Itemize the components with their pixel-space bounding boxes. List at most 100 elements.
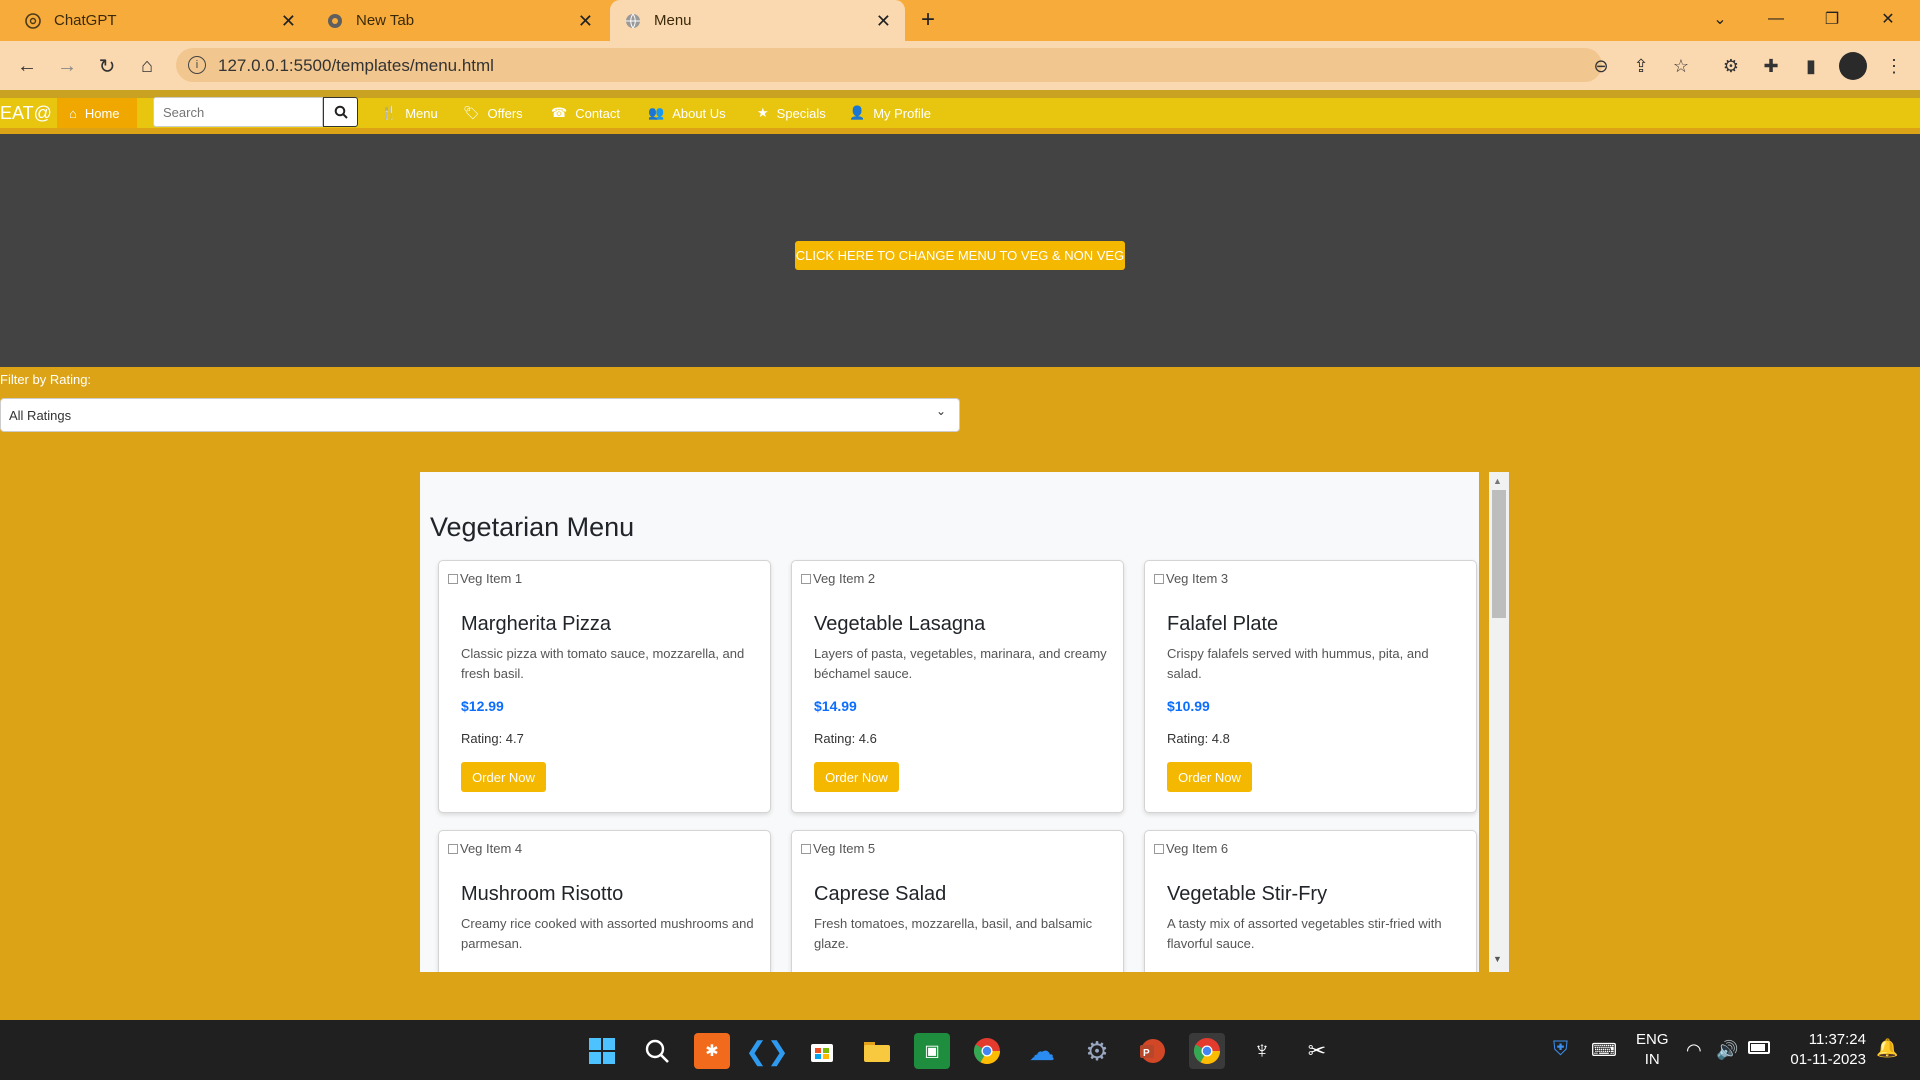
broken-image-icon	[1154, 843, 1164, 854]
nav-profile[interactable]: 👤 My Profile	[849, 98, 931, 128]
utensils-icon: 🍴	[381, 105, 398, 120]
chrome-profile-icon[interactable]	[1189, 1033, 1225, 1069]
item-price: $14.99	[814, 698, 857, 714]
profile-avatar[interactable]	[1839, 52, 1867, 80]
windows-start-icon[interactable]	[584, 1033, 620, 1069]
site-brand[interactable]: EAT@	[0, 98, 52, 128]
new-tab-icon[interactable]: +	[921, 6, 935, 34]
nav-menu[interactable]: 🍴 Menu	[381, 98, 438, 128]
site-info-icon[interactable]: i	[188, 56, 206, 74]
url-text[interactable]: 127.0.0.1:5500/templates/menu.html	[218, 56, 494, 76]
battery-icon[interactable]	[1748, 1041, 1770, 1054]
item-name: Caprese Salad	[814, 883, 947, 905]
onedrive-icon[interactable]: ☁	[1024, 1033, 1060, 1069]
change-menu-button[interactable]: CLICK HERE TO CHANGE MENU TO VEG & NON V…	[795, 241, 1125, 270]
close-tab-icon[interactable]: ✕	[876, 11, 891, 32]
search-button[interactable]	[323, 97, 358, 127]
item-image-alt: Veg Item 3	[1166, 571, 1229, 586]
globe-icon	[624, 12, 642, 30]
classroom-icon[interactable]: ▣	[914, 1033, 950, 1069]
item-name: Vegetable Lasagna	[814, 613, 986, 635]
item-name: Vegetable Stir-Fry	[1167, 883, 1328, 905]
notification-bell-icon[interactable]: 🔔	[1876, 1038, 1898, 1059]
file-explorer-icon[interactable]	[859, 1033, 895, 1069]
share-icon[interactable]: ⇪	[1627, 52, 1655, 80]
tab-search-icon[interactable]: ⌄	[1692, 0, 1748, 38]
clock[interactable]: 11:37:24 01-11-2023	[1784, 1030, 1866, 1070]
home-icon[interactable]: ⌂	[133, 52, 161, 80]
item-image: Veg Item 3	[1154, 571, 1228, 586]
powerpoint-icon[interactable]: P	[1134, 1033, 1170, 1069]
snipping-tool-icon[interactable]: ✂	[1299, 1033, 1335, 1069]
github-desktop-icon[interactable]: ♆	[1244, 1033, 1280, 1069]
item-description: Layers of pasta, vegetables, marinara, a…	[814, 646, 1107, 681]
nav-specials[interactable]: ★ Specials	[757, 98, 826, 128]
nav-about-label: About Us	[672, 105, 726, 121]
tab-title: New Tab	[356, 12, 415, 29]
side-panel-icon[interactable]: ▮	[1797, 52, 1825, 80]
chevron-down-icon: ⌄	[936, 404, 947, 418]
item-image: Veg Item 2	[801, 571, 875, 586]
wifi-icon[interactable]: ◠	[1686, 1040, 1702, 1061]
search-icon[interactable]	[639, 1033, 675, 1069]
menu-title: Vegetarian Menu	[430, 512, 635, 542]
scroll-down-icon[interactable]: ▼	[1493, 954, 1502, 964]
volume-icon[interactable]: 🔊	[1716, 1040, 1738, 1061]
nav-menu-label: Menu	[405, 105, 438, 121]
forward-icon[interactable]: →	[53, 52, 81, 80]
tab-chatgpt[interactable]: ChatGPT ✕	[10, 0, 310, 41]
order-now-button[interactable]: Order Now	[1167, 762, 1252, 792]
store-icon[interactable]	[804, 1033, 840, 1069]
clock-date: 01-11-2023	[1790, 1051, 1866, 1068]
item-rating: Rating: 4.7	[461, 731, 524, 746]
puzzle-icon[interactable]: ✚	[1757, 52, 1785, 80]
item-name: Mushroom Risotto	[461, 883, 624, 905]
item-description: Fresh tomatoes, mozzarella, basil, and b…	[814, 916, 1093, 951]
more-options-icon[interactable]: ⋮	[1880, 52, 1908, 80]
item-description: Crispy falafels served with hummus, pita…	[1167, 646, 1429, 681]
nav-offers[interactable]: 🏷 Offers	[463, 98, 523, 128]
order-now-button[interactable]: Order Now	[461, 762, 546, 792]
scrollbar-thumb[interactable]	[1492, 490, 1506, 618]
chrome-icon[interactable]	[969, 1033, 1005, 1069]
close-window-icon[interactable]: ✕	[1860, 0, 1916, 38]
item-image-alt: Veg Item 4	[460, 841, 523, 856]
menu-card: Veg Item 1 Margherita Pizza Classic pizz…	[438, 560, 771, 813]
battery-level	[1751, 1044, 1765, 1051]
restore-icon[interactable]: ❐	[1804, 0, 1860, 38]
close-tab-icon[interactable]: ✕	[281, 11, 296, 32]
order-now-button[interactable]: Order Now	[814, 762, 899, 792]
rating-filter-select[interactable]: All Ratings	[0, 398, 960, 432]
tab-title: ChatGPT	[54, 12, 117, 29]
xampp-icon[interactable]: ✱	[694, 1033, 730, 1069]
broken-image-icon	[448, 843, 458, 854]
item-image: Veg Item 1	[448, 571, 522, 586]
security-shield-icon[interactable]: ⛨	[1553, 1038, 1568, 1061]
scroll-up-icon[interactable]: ▲	[1493, 476, 1502, 486]
nav-about[interactable]: 👥 About Us	[648, 98, 726, 128]
menu-card: Veg Item 5 Caprese Salad Fresh tomatoes,…	[791, 830, 1124, 972]
tab-menu[interactable]: Menu ✕	[610, 0, 905, 41]
language-indicator[interactable]: ENG IN	[1636, 1030, 1669, 1070]
keyboard-icon[interactable]: ⌨	[1591, 1040, 1617, 1061]
vscode-icon[interactable]: ❮❯	[745, 1033, 789, 1069]
settings-icon[interactable]: ⚙	[1079, 1033, 1115, 1069]
minimize-icon[interactable]: —	[1748, 0, 1804, 38]
nav-profile-label: My Profile	[873, 105, 931, 121]
bookmark-star-icon[interactable]: ☆	[1667, 52, 1695, 80]
zoom-icon[interactable]: ⊖	[1587, 52, 1615, 80]
tab-new-tab[interactable]: New Tab ✕	[312, 0, 607, 41]
item-description: A tasty mix of assorted vegetables stir-…	[1167, 916, 1442, 951]
item-image: Veg Item 5	[801, 841, 875, 856]
close-tab-icon[interactable]: ✕	[578, 11, 593, 32]
extension-icon[interactable]: ⚙	[1717, 52, 1745, 80]
broken-image-icon	[1154, 573, 1164, 584]
menu-frame: Vegetarian Menu Veg Item 1 Margherita Pi…	[420, 472, 1479, 972]
home-icon: ⌂	[69, 105, 77, 121]
nav-home[interactable]: ⌂ Home	[57, 98, 137, 128]
svg-text:P: P	[1143, 1048, 1150, 1059]
back-icon[interactable]: ←	[13, 52, 41, 80]
search-input[interactable]	[153, 97, 323, 127]
nav-contact[interactable]: ☎ Contact	[551, 98, 620, 128]
reload-icon[interactable]: ↻	[93, 52, 121, 80]
